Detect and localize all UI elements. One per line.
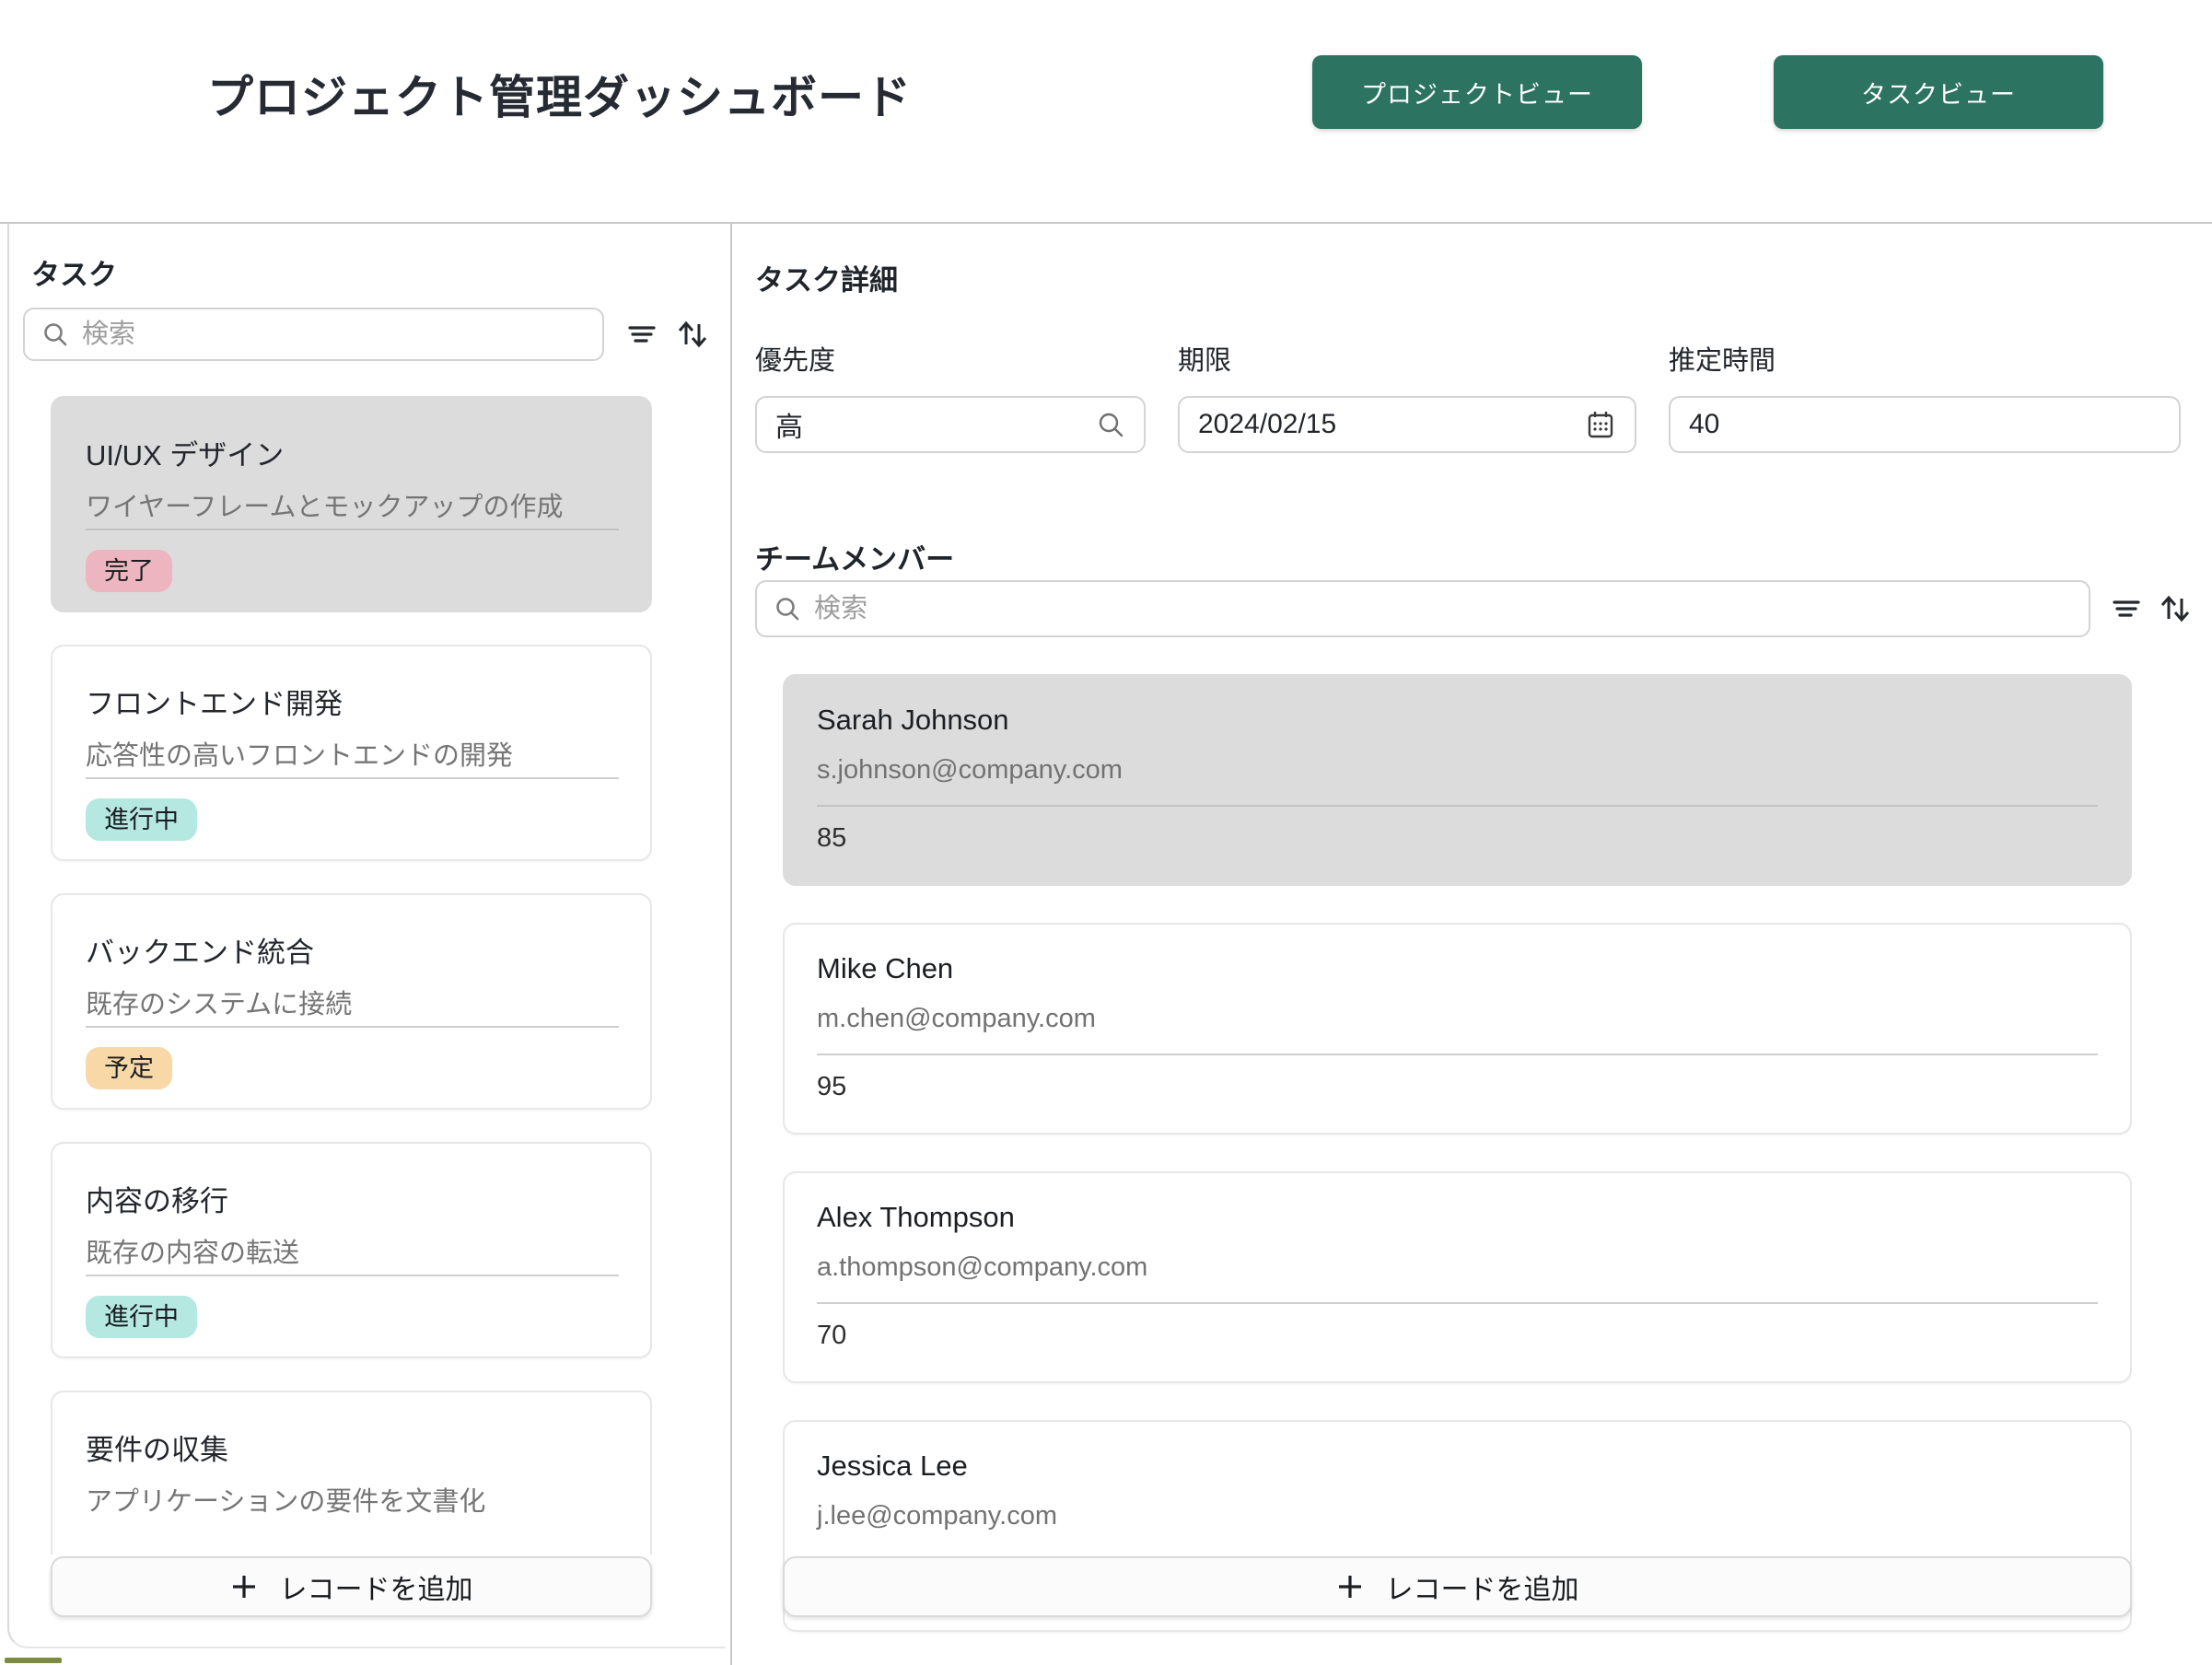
member-name: Alex Thompson (817, 1201, 1015, 1234)
task-title: UI/UX デザイン (86, 432, 284, 473)
status-badge: 完了 (86, 550, 172, 592)
task-description: 既存の内容の転送 (86, 1231, 299, 1270)
member-email: m.chen@company.com (817, 1004, 1096, 1034)
priority-field[interactable] (755, 396, 1146, 453)
member-name: Mike Chen (817, 952, 953, 985)
search-icon (774, 595, 801, 623)
due-date-label: 期限 (1178, 339, 1636, 378)
tasks-heading: タスク (31, 251, 117, 293)
search-icon (41, 320, 69, 348)
task-card[interactable]: 要件の収集 アプリケーションの要件を文書化 (51, 1391, 652, 1554)
lookup-search-icon[interactable] (1096, 410, 1125, 439)
task-title: フロントエンド開発 (86, 681, 343, 722)
priority-field-group: 優先度 (755, 339, 1146, 453)
add-record-button[interactable]: レコードを追加 (783, 1556, 2132, 1617)
sort-icon[interactable] (674, 317, 709, 352)
member-email: j.lee@company.com (817, 1501, 1057, 1531)
member-card[interactable]: Sarah Johnson s.johnson@company.com 85 (783, 674, 2132, 886)
member-email: a.thompson@company.com (817, 1252, 1147, 1283)
task-description: 応答性の高いフロントエンドの開発 (86, 734, 513, 773)
member-score: 85 (817, 823, 846, 854)
task-card[interactable]: UI/UX デザイン ワイヤーフレームとモックアップの作成 完了 (51, 396, 652, 612)
status-badge: 予定 (86, 1047, 172, 1089)
due-date-input[interactable] (1198, 409, 1585, 440)
detail-fields: 優先度 期限 (755, 339, 2181, 453)
member-name: Jessica Lee (817, 1450, 968, 1483)
tasks-panel: タスク UI/UX デザイン ワイヤーフレームとモ (0, 224, 732, 1665)
member-card[interactable]: Mike Chen m.chen@company.com 95 (783, 923, 2132, 1135)
task-view-button[interactable]: タスクビュー (1774, 55, 2103, 129)
bottom-edge-element (5, 1658, 62, 1663)
task-card[interactable]: フロントエンド開発 応答性の高いフロントエンドの開発 進行中 (51, 645, 652, 861)
due-date-field[interactable] (1178, 396, 1636, 453)
due-date-field-group: 期限 (1178, 339, 1636, 453)
filter-icon[interactable] (626, 319, 658, 350)
status-badge: 進行中 (86, 798, 197, 841)
status-badge: 進行中 (86, 1296, 197, 1338)
card-divider (817, 805, 2098, 807)
team-search-box[interactable] (755, 580, 2090, 637)
member-card[interactable]: Alex Thompson a.thompson@company.com 70 (783, 1171, 2132, 1383)
card-divider (86, 529, 619, 530)
member-score: 95 (817, 1072, 846, 1102)
task-title: 要件の収集 (86, 1426, 228, 1468)
card-divider (86, 777, 619, 779)
calendar-icon[interactable] (1585, 409, 1616, 440)
task-description: アプリケーションの要件を文書化 (86, 1480, 485, 1519)
member-email: s.johnson@company.com (817, 755, 1123, 786)
member-score: 70 (817, 1321, 846, 1351)
priority-label: 優先度 (755, 339, 1146, 378)
task-description: 既存のシステムに接続 (86, 983, 352, 1021)
tasks-search-input[interactable] (82, 320, 586, 350)
card-divider (817, 1302, 2098, 1304)
page-title: プロジェクト管理ダッシュボード (207, 61, 912, 127)
add-record-button[interactable]: レコードを追加 (51, 1556, 652, 1617)
estimated-hours-input[interactable] (1689, 409, 2160, 440)
filter-icon[interactable] (2111, 593, 2142, 624)
task-title: 内容の移行 (86, 1178, 228, 1219)
member-name: Sarah Johnson (817, 704, 1009, 737)
team-search-row (755, 580, 2192, 637)
project-dashboard: プロジェクト管理ダッシュボード プロジェクトビュー タスクビュー タスク (0, 0, 2212, 1665)
estimated-hours-label: 推定時間 (1669, 339, 2181, 378)
priority-input[interactable] (775, 409, 1096, 440)
main-content: タスク UI/UX デザイン ワイヤーフレームとモ (0, 224, 2212, 1665)
estimated-hours-field[interactable] (1669, 396, 2181, 453)
add-record-label: レコードを追加 (280, 1566, 473, 1607)
task-details-panel: タスク詳細 優先度 期限 (732, 224, 2212, 1665)
project-view-button[interactable]: プロジェクトビュー (1312, 55, 1642, 129)
tasks-search-row (23, 308, 709, 361)
sort-icon[interactable] (2157, 591, 2192, 626)
header: プロジェクト管理ダッシュボード プロジェクトビュー タスクビュー (0, 0, 2212, 224)
details-heading: タスク詳細 (755, 257, 898, 298)
team-members-heading: チームメンバー (755, 536, 954, 577)
task-card[interactable]: バックエンド統合 既存のシステムに接続 予定 (51, 893, 652, 1110)
plus-icon (230, 1573, 258, 1601)
estimated-hours-field-group: 推定時間 (1669, 339, 2181, 453)
team-member-list: Sarah Johnson s.johnson@company.com 85 M… (783, 674, 2132, 1665)
tasks-search-box[interactable] (23, 308, 604, 361)
card-divider (86, 1026, 619, 1028)
task-list: UI/UX デザイン ワイヤーフレームとモックアップの作成 完了 フロントエンド… (51, 396, 652, 1554)
task-card[interactable]: 内容の移行 既存の内容の転送 進行中 (51, 1142, 652, 1358)
card-divider (817, 1054, 2098, 1055)
card-divider (86, 1275, 619, 1276)
plus-icon (1336, 1573, 1364, 1601)
task-title: バックエンド統合 (86, 929, 314, 971)
team-search-input[interactable] (814, 594, 2072, 624)
task-description: ワイヤーフレームとモックアップの作成 (86, 485, 564, 524)
add-record-label: レコードを追加 (1386, 1566, 1579, 1607)
